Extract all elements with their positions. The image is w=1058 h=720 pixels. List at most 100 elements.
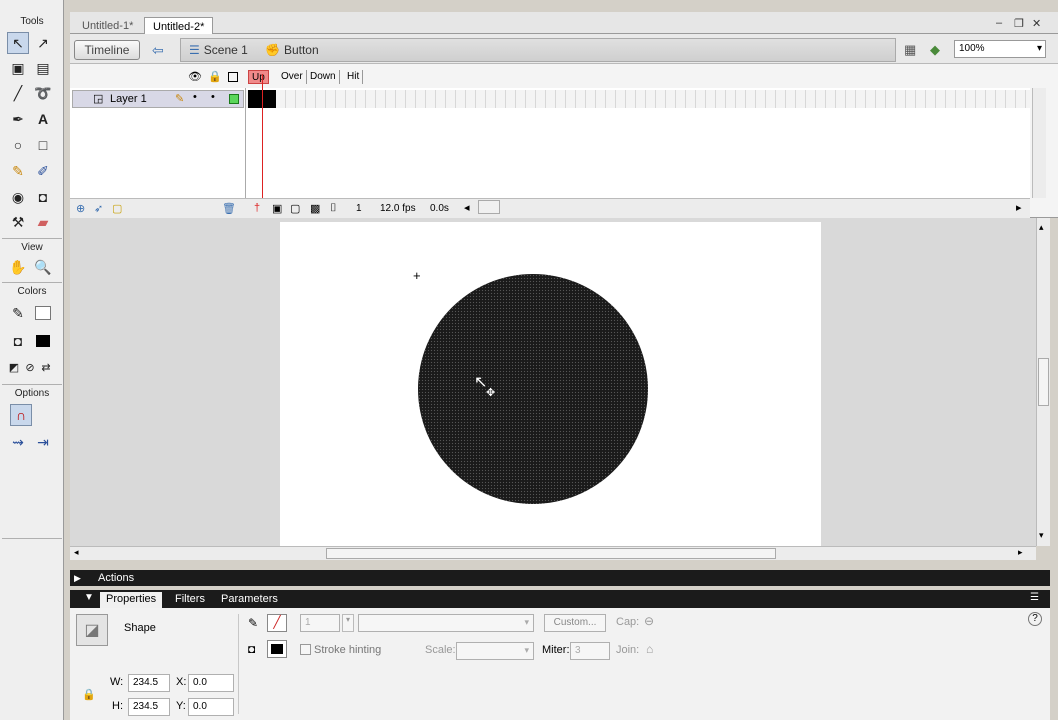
back-arrow-icon[interactable]: ⇦ bbox=[152, 42, 164, 59]
snap-to-objects-icon[interactable]: ∩ bbox=[10, 404, 32, 426]
layer-row[interactable]: ◲ Layer 1 ✎ • • bbox=[72, 90, 244, 108]
frame-label-hit[interactable]: Hit bbox=[344, 70, 364, 84]
lasso-tool-icon[interactable]: ➰ bbox=[32, 82, 54, 104]
miter-input[interactable]: 3 bbox=[570, 642, 610, 660]
center-frame-icon[interactable]: † bbox=[254, 202, 260, 214]
zoom-select[interactable]: 100% ▾ bbox=[954, 40, 1046, 58]
scene-crumb[interactable]: ☰ Scene 1 bbox=[189, 43, 248, 57]
brush-tool-icon[interactable]: ✐ bbox=[32, 160, 54, 182]
lock-dot-icon[interactable]: • bbox=[211, 91, 215, 103]
onion-outlines-icon[interactable]: ▢ bbox=[290, 202, 300, 215]
x-input[interactable]: 0.0 bbox=[188, 674, 234, 692]
tab-parameters[interactable]: Parameters bbox=[215, 592, 284, 608]
pencil-tool-icon[interactable]: ✎ bbox=[7, 160, 29, 182]
stroke-height-dropdown-icon[interactable]: ▾ bbox=[342, 614, 354, 632]
custom-button[interactable]: Custom... bbox=[544, 614, 606, 632]
lock-proportions-icon[interactable]: 🔒 bbox=[82, 688, 96, 701]
stroke-color-swatch[interactable] bbox=[32, 302, 54, 324]
frame-label-down[interactable]: Down bbox=[307, 70, 340, 84]
fill-color-button[interactable] bbox=[267, 640, 287, 658]
eraser-tool-icon[interactable]: ▰ bbox=[32, 211, 54, 233]
free-transform-tool-icon[interactable]: ▣ bbox=[7, 57, 29, 79]
selection-tool-icon[interactable]: ↖ bbox=[7, 32, 29, 54]
scroll-left-icon[interactable]: ◂ bbox=[464, 201, 470, 214]
panel-menu-icon[interactable]: ☰ bbox=[1030, 592, 1039, 603]
rectangle-tool-icon[interactable]: □ bbox=[32, 134, 54, 156]
pen-tool-icon[interactable]: ✒ bbox=[7, 108, 29, 130]
delete-layer-icon[interactable]: 🗑 bbox=[222, 202, 236, 215]
symbol-crumb[interactable]: ✊ Button bbox=[265, 43, 319, 57]
frame-label-up[interactable]: Up bbox=[248, 70, 269, 84]
line-tool-icon[interactable]: ╱ bbox=[7, 82, 29, 104]
close-icon[interactable]: ✕ bbox=[1032, 17, 1041, 30]
no-color-icon[interactable]: ⊘ bbox=[22, 356, 38, 378]
tab-untitled-2[interactable]: Untitled-2* bbox=[144, 17, 214, 35]
tab-untitled-1[interactable]: Untitled-1* bbox=[74, 17, 141, 35]
scroll-left-icon[interactable]: ◂ bbox=[74, 547, 79, 558]
ink-bottle-tool-icon[interactable]: ◉ bbox=[7, 186, 29, 208]
add-motion-guide-icon[interactable]: ➶ bbox=[94, 202, 103, 215]
width-input[interactable]: 234.5 bbox=[128, 674, 170, 692]
minimize-icon[interactable]: – bbox=[996, 17, 1002, 29]
height-input[interactable]: 234.5 bbox=[128, 698, 170, 716]
cap-style-icon[interactable]: ⊖ bbox=[644, 614, 654, 628]
visibility-dot-icon[interactable]: • bbox=[193, 91, 197, 103]
scale-select[interactable]: ▾ bbox=[456, 642, 534, 660]
selected-circle-shape[interactable] bbox=[418, 274, 648, 504]
actions-panel-bar[interactable]: ▶ Actions bbox=[70, 570, 1050, 586]
paint-bucket-tool-icon[interactable]: ◘ bbox=[32, 186, 54, 208]
oval-tool-icon[interactable]: ○ bbox=[7, 134, 29, 156]
gradient-transform-tool-icon[interactable]: ▤ bbox=[32, 57, 54, 79]
onion-skin-icon[interactable]: ▣ bbox=[272, 202, 282, 215]
frames-area[interactable] bbox=[246, 74, 1030, 198]
timeline-vscroll[interactable] bbox=[1032, 88, 1046, 198]
timeline-hscroll-thumb[interactable] bbox=[478, 200, 500, 214]
y-input[interactable]: 0.0 bbox=[188, 698, 234, 716]
add-folder-icon[interactable]: ▢ bbox=[112, 202, 122, 215]
stroke-color-icon[interactable]: ✎ bbox=[7, 302, 29, 324]
modify-markers-icon[interactable]: ⌷ bbox=[330, 202, 337, 215]
join-style-icon[interactable]: ⌂ bbox=[646, 642, 653, 656]
subselection-tool-icon[interactable]: ↗ bbox=[32, 32, 54, 54]
add-layer-icon[interactable]: ⊕ bbox=[76, 202, 85, 215]
collapse-arrow-icon[interactable]: ▼ bbox=[84, 592, 94, 603]
straighten-icon[interactable]: ⇥ bbox=[32, 431, 54, 453]
tab-properties[interactable]: Properties bbox=[100, 592, 163, 608]
scroll-down-icon[interactable]: ▾ bbox=[1039, 530, 1044, 541]
edit-multiple-frames-icon[interactable]: ▩ bbox=[310, 202, 320, 215]
hscroll-thumb[interactable] bbox=[326, 548, 776, 559]
black-white-icon[interactable]: ◩ bbox=[6, 356, 22, 378]
outline-icon[interactable] bbox=[228, 72, 238, 82]
tab-filters[interactable]: Filters bbox=[169, 592, 211, 608]
scroll-up-icon[interactable]: ▴ bbox=[1039, 222, 1044, 233]
stroke-style-select[interactable]: ▾ bbox=[358, 614, 534, 632]
eyedropper-tool-icon[interactable]: ⚒ bbox=[7, 211, 29, 233]
stroke-height-input[interactable]: 1 bbox=[300, 614, 340, 632]
fill-color-icon[interactable]: ◘ bbox=[7, 330, 29, 352]
stroke-hinting-checkbox[interactable] bbox=[300, 644, 311, 655]
frame-label-over[interactable]: Over bbox=[278, 70, 307, 84]
timeline-toggle-button[interactable]: Timeline bbox=[74, 40, 140, 60]
hand-tool-icon[interactable]: ✋ bbox=[7, 256, 29, 278]
stroke-color-button[interactable]: ╱ bbox=[267, 614, 287, 632]
frame-row[interactable] bbox=[246, 90, 1030, 108]
playhead[interactable] bbox=[262, 74, 263, 198]
vscroll-thumb[interactable] bbox=[1038, 358, 1049, 406]
smooth-icon[interactable]: ⇝ bbox=[7, 431, 29, 453]
text-tool-icon[interactable]: A bbox=[32, 108, 54, 130]
edit-scene-icon[interactable]: ▦ bbox=[904, 42, 916, 58]
fill-color-swatch[interactable] bbox=[32, 330, 54, 352]
stage-vscroll[interactable]: ▴ ▾ bbox=[1036, 218, 1050, 546]
outline-color-icon[interactable] bbox=[229, 94, 239, 104]
swap-colors-icon[interactable]: ⇄ bbox=[38, 356, 54, 378]
scroll-right-icon[interactable]: ▸ bbox=[1018, 547, 1023, 558]
stage[interactable]: + ↖ ✥ bbox=[280, 222, 821, 546]
scroll-right-icon[interactable]: ▸ bbox=[1016, 201, 1022, 214]
stage-workspace[interactable]: + ↖ ✥ bbox=[70, 218, 1036, 546]
edit-symbols-icon[interactable]: ◆ bbox=[930, 42, 940, 58]
zoom-tool-icon[interactable]: 🔍 bbox=[32, 256, 54, 278]
stage-hscroll[interactable]: ◂ ▸ bbox=[70, 546, 1036, 560]
help-icon[interactable]: ? bbox=[1028, 612, 1042, 626]
lock-icon[interactable]: 🔒 bbox=[208, 70, 222, 83]
eye-icon[interactable]: 👁 bbox=[188, 70, 202, 83]
